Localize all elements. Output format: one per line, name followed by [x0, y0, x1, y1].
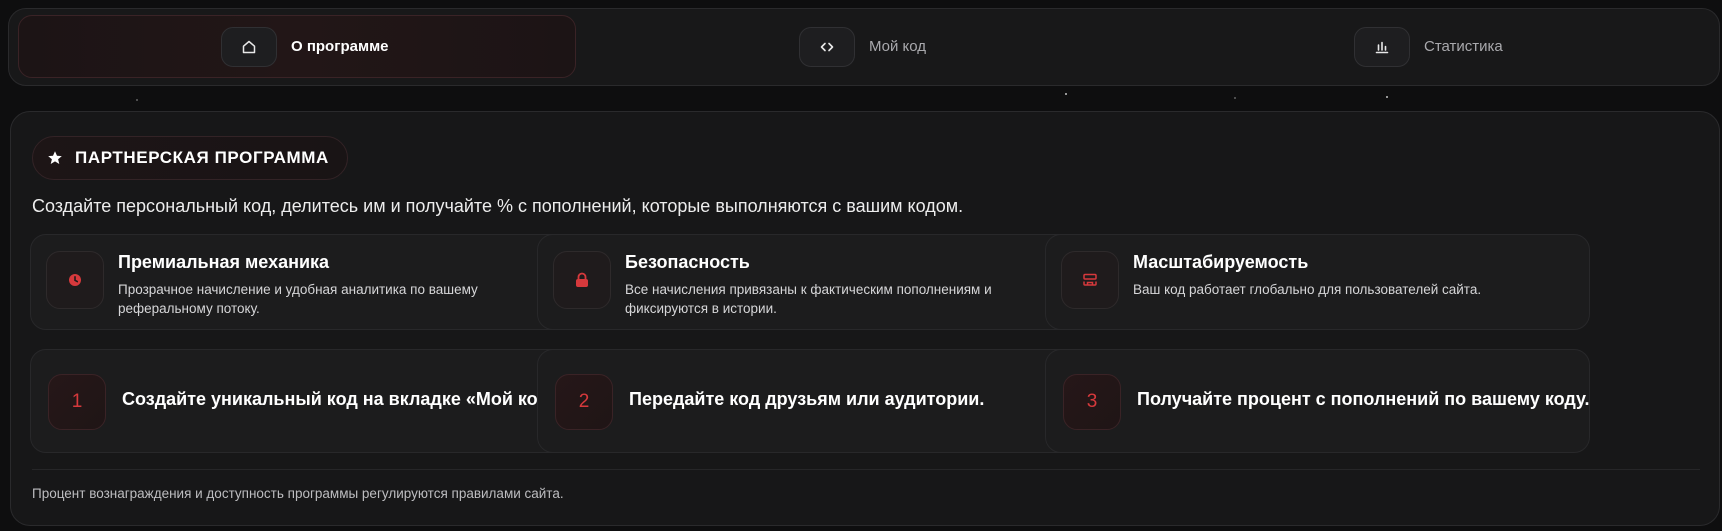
footnote: Процент вознаграждения и доступность про…: [32, 486, 564, 501]
feature-title: Масштабируемость: [1133, 252, 1309, 272]
feature-card-security: Безопасность Все начисления привязаны к …: [537, 234, 1082, 330]
tab-bar: О программе Мой код Статистика: [8, 8, 1720, 86]
step-text: Получайте процент с пополнений по вашему…: [1137, 389, 1590, 409]
step-card-3: 3 Получайте процент с пополнений по ваше…: [1045, 349, 1590, 453]
section-title: ПАРТНЕРСКАЯ ПРОГРАММА: [75, 148, 329, 167]
step-card-1: 1 Создайте уникальный код на вкладке «Мо…: [30, 349, 575, 453]
star-dot: [1234, 97, 1236, 99]
feature-description: Ваш код работает глобально для пользоват…: [1133, 282, 1482, 297]
star-dot: [1065, 93, 1067, 95]
feature-card-scalability: Масштабируемость Ваш код работает глобал…: [1045, 234, 1590, 330]
step-card-2: 2 Передайте код друзьям или аудитории.: [537, 349, 1082, 453]
feature-title: Премиальная механика: [118, 252, 330, 272]
star-dot: [1386, 96, 1388, 98]
feature-description: Все начисления привязаны к фактическим п…: [625, 282, 992, 316]
feature-description: Прозрачное начисление и удобная аналитик…: [118, 282, 478, 316]
tab-statistics[interactable]: Статистика: [1354, 15, 1503, 78]
step-number: 2: [555, 374, 613, 430]
step-text: Передайте код друзьям или аудитории.: [629, 389, 985, 409]
tab-label: Статистика: [1424, 38, 1503, 55]
tab-label: О программе: [291, 38, 389, 55]
code-icon: [799, 26, 855, 67]
star-icon: [47, 150, 63, 166]
feature-card-premium: Премиальная механика Прозрачное начислен…: [30, 234, 575, 330]
intro-text: Создайте персональный код, делитесь им и…: [32, 196, 964, 216]
lock-icon: [553, 251, 611, 309]
tab-about[interactable]: О программе: [18, 15, 576, 78]
scale-icon: [1061, 251, 1119, 309]
star-dot: [136, 99, 138, 101]
home-icon: [221, 26, 277, 67]
partner-program-card: ПАРТНЕРСКАЯ ПРОГРАММА Создайте персональ…: [10, 111, 1720, 526]
step-text: Создайте уникальный код на вкладке «Мой …: [122, 389, 564, 409]
divider: [32, 469, 1700, 470]
section-badge: ПАРТНЕРСКАЯ ПРОГРАММА: [32, 136, 348, 180]
tab-my-code[interactable]: Мой код: [799, 15, 926, 78]
feature-title: Безопасность: [625, 252, 750, 272]
tab-label: Мой код: [869, 38, 927, 55]
step-number: 3: [1063, 374, 1121, 430]
bar-chart-icon: [1354, 26, 1410, 67]
clock-icon: [46, 251, 104, 309]
step-number: 1: [48, 374, 106, 430]
